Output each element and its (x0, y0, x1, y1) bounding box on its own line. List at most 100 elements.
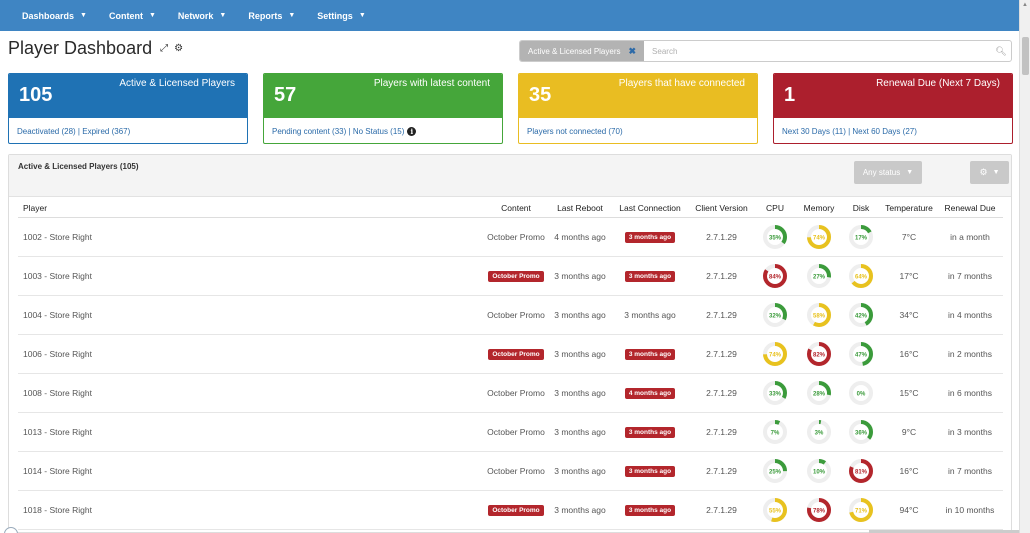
content-badge[interactable]: October Promo (488, 348, 544, 360)
nav-settings[interactable]: Settings ▼ (317, 11, 365, 21)
deactivated-link[interactable]: Deactivated (28) (17, 127, 76, 136)
renewal-due-cell: in 6 months (937, 373, 1003, 413)
disk-gauge-label: 64% (855, 274, 868, 280)
card-connected[interactable]: 35 Players that have connected Players n… (518, 73, 758, 144)
no-status-link[interactable]: No Status (15) (353, 127, 405, 136)
renewal-due-cell: in 7 months (937, 256, 1003, 296)
expired-link[interactable]: Expired (367) (82, 127, 130, 136)
cpu-cell: 35% (753, 217, 797, 257)
next-60-days-link[interactable]: Next 60 Days (27) (852, 127, 916, 136)
player-name[interactable]: 1003 - Store Right (18, 256, 482, 296)
col-renewal-due[interactable]: Renewal Due (937, 199, 1003, 218)
col-cpu[interactable]: CPU (753, 199, 797, 218)
disk-gauge-label: 47% (855, 352, 868, 358)
player-name[interactable]: 1018 - Store Right (18, 490, 482, 530)
player-name[interactable]: 1002 - Store Right (18, 217, 482, 257)
nav-dashboards[interactable]: Dashboards ▼ (22, 11, 87, 21)
last-reboot-cell: 3 months ago (550, 373, 610, 413)
memory-gauge-label: 58% (813, 313, 826, 319)
search-icon[interactable]: 🔍︎ (991, 46, 1011, 57)
nav-reports[interactable]: Reports ▼ (248, 11, 295, 21)
client-version-cell: 2.7.1.29 (690, 217, 753, 257)
panel-header: Active & Licensed Players (105) Any stat… (9, 155, 1011, 197)
disk-gauge-label: 36% (855, 430, 868, 436)
renewal-due-cell: in 4 months (937, 295, 1003, 335)
cpu-gauge: 7% (763, 419, 787, 444)
client-version-cell: 2.7.1.29 (690, 490, 753, 530)
card-label: Active & Licensed Players (119, 78, 235, 89)
memory-gauge: 82% (807, 341, 831, 366)
col-client-version[interactable]: Client Version (690, 199, 753, 218)
disk-gauge: 71% (849, 497, 873, 522)
cpu-gauge: 25% (763, 458, 787, 483)
cpu-gauge-label: 74% (769, 352, 782, 358)
card-label: Players that have connected (618, 78, 745, 89)
close-icon[interactable]: ✖ (629, 46, 637, 57)
disk-gauge: 0% (849, 380, 873, 405)
col-memory[interactable]: Memory (797, 199, 841, 218)
cpu-gauge-label: 35% (769, 235, 782, 241)
table-row[interactable]: 1014 - Store Right October Promo 3 months … (18, 451, 1003, 491)
player-name[interactable]: 1014 - Store Right (18, 451, 482, 491)
nav-content[interactable]: Content ▼ (109, 11, 156, 21)
cpu-gauge-label: 84% (769, 274, 782, 280)
scroll-up-icon[interactable]: ▲ (1022, 2, 1028, 8)
content-badge[interactable]: October Promo (488, 504, 544, 516)
connection-badge: 3 months ago (624, 504, 676, 516)
col-player[interactable]: Player (18, 199, 482, 218)
cpu-cell: 84% (753, 256, 797, 296)
nav-label: Network (177, 10, 214, 21)
caret-down-icon: ▼ (358, 12, 366, 19)
table-row[interactable]: 1003 - Store Right October Promo 3 months … (18, 256, 1003, 296)
card-renewal-due[interactable]: 1 Renewal Due (Next 7 Days) Next 30 Days… (773, 73, 1013, 144)
info-icon[interactable]: i (407, 127, 417, 136)
table-body: 1002 - Store Right October Promo 4 months … (18, 217, 1003, 530)
temperature-cell: 17°C (881, 256, 937, 296)
memory-cell: 58% (797, 295, 841, 335)
table-row[interactable]: 1006 - Store Right October Promo 3 months … (18, 334, 1003, 374)
table-row[interactable]: 1002 - Store Right October Promo 4 months … (18, 217, 1003, 257)
connection-badge: 3 months ago (624, 348, 676, 360)
status-filter-dropdown[interactable]: Any status ▼ (854, 161, 922, 184)
not-connected-link[interactable]: Players not connected (70) (527, 127, 623, 136)
cpu-gauge: 55% (763, 497, 787, 522)
table-row[interactable]: 1008 - Store Right October Promo 3 months … (18, 373, 1003, 413)
search-input[interactable] (644, 46, 991, 56)
disk-cell: 42% (841, 295, 881, 335)
gear-icon[interactable]: ⚙ (174, 43, 183, 54)
renewal-due-cell: in 10 months (937, 490, 1003, 530)
status-filter-label: Any status (862, 168, 901, 177)
expand-icon[interactable]: ⤢ (160, 43, 168, 54)
memory-gauge-label: 82% (813, 352, 826, 358)
player-name[interactable]: 1006 - Store Right (18, 334, 482, 374)
table-row[interactable]: 1004 - Store Right October Promo 3 months … (18, 295, 1003, 335)
vertical-scrollbar[interactable]: ▲ (1019, 0, 1030, 533)
card-active-licensed[interactable]: 105 Active & Licensed Players Deactivate… (8, 73, 248, 144)
settings-dropdown-button[interactable]: ⚙ ▼ (970, 161, 1009, 184)
col-last-reboot[interactable]: Last Reboot (550, 199, 610, 218)
client-version-cell: 2.7.1.29 (690, 334, 753, 374)
next-30-days-link[interactable]: Next 30 Days (11) (782, 127, 846, 136)
col-disk[interactable]: Disk (841, 199, 881, 218)
card-latest-content[interactable]: 57 Players with latest content Pending c… (263, 73, 503, 144)
col-content[interactable]: Content (482, 199, 550, 218)
player-name[interactable]: 1008 - Store Right (18, 373, 482, 413)
scrollbar-thumb[interactable] (1022, 37, 1029, 75)
table-row[interactable]: 1018 - Store Right October Promo 3 months … (18, 490, 1003, 530)
player-name[interactable]: 1004 - Store Right (18, 295, 482, 335)
pending-content-link[interactable]: Pending content (33) (272, 127, 346, 136)
card-label: Players with latest content (373, 78, 490, 89)
cpu-gauge-label: 55% (769, 508, 782, 514)
disk-gauge: 81% (849, 458, 873, 483)
last-connection-cell: 3 months ago (610, 490, 690, 530)
cpu-gauge-label: 25% (769, 469, 782, 475)
table-row[interactable]: 1013 - Store Right October Promo 3 months … (18, 412, 1003, 452)
nav-network[interactable]: Network ▼ (178, 11, 226, 21)
col-temperature[interactable]: Temperature (881, 199, 937, 218)
player-name[interactable]: 1013 - Store Right (18, 412, 482, 452)
filter-chip[interactable]: Active & Licensed Players ✖ (520, 41, 645, 61)
content-cell: October Promo (482, 256, 550, 296)
col-last-connection[interactable]: Last Connection (610, 199, 690, 218)
content-badge[interactable]: October Promo (488, 270, 544, 282)
connection-badge: 4 months ago (624, 387, 676, 399)
